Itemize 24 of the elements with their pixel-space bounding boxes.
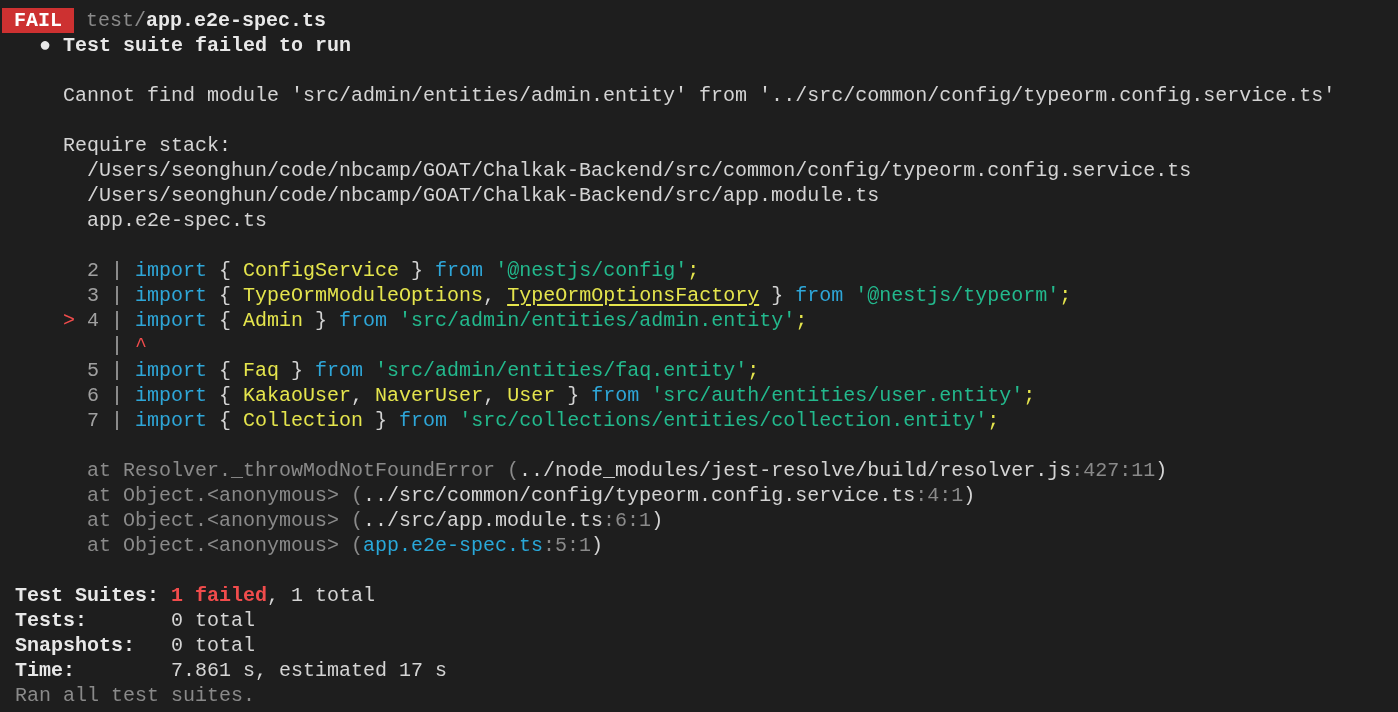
summary-line: Time: 7.861 s, estimated 17 s xyxy=(15,658,448,683)
output-line: Require stack: xyxy=(62,133,232,158)
output-line: Cannot find module 'src/admin/entities/admin.entity' from '../src/common/config/typeorm.config.service.ts' xyxy=(62,83,1336,108)
code-line: | ^ xyxy=(110,333,148,358)
fail-badge: FAIL xyxy=(2,8,74,33)
stack-trace-line: at Resolver._throwModNotFoundError (../node_modules/jest-resolve/build/resolver.js:427:11) xyxy=(86,458,1168,483)
summary-line: Tests: 0 total xyxy=(15,608,256,633)
stack-trace-line: at Object.<anonymous> (../src/common/config/typeorm.config.service.ts:4:1) xyxy=(86,483,976,508)
stack-trace-line: at Object.<anonymous> (app.e2e-spec.ts:5:1) xyxy=(86,533,604,558)
code-line: 6 | import { KakaoUser, NaverUser, User } from 'src/auth/entities/user.entity'; xyxy=(86,383,1036,408)
output-line: /Users/seonghun/code/nbcamp/GOAT/Chalkak-Backend/src/common/config/typeorm.config.service.ts xyxy=(86,158,1192,183)
summary-line: Snapshots: 0 total xyxy=(15,633,256,658)
output-line: /Users/seonghun/code/nbcamp/GOAT/Chalkak-Backend/src/app.module.ts xyxy=(86,183,880,208)
code-line: 5 | import { Faq } from 'src/admin/entities/faq.entity'; xyxy=(86,358,760,383)
output-line: ● Test suite failed to run xyxy=(38,33,352,58)
code-line: 3 | import { TypeOrmModuleOptions, TypeOrmOptionsFactory } from '@nestjs/typeorm'; xyxy=(86,283,1072,308)
code-line: > 4 | import { Admin } from 'src/admin/entities/admin.entity'; xyxy=(62,308,808,333)
summary-line: Test Suites: 1 failed, 1 total xyxy=(15,583,376,608)
code-line: 7 | import { Collection } from 'src/collections/entities/collection.entity'; xyxy=(86,408,1000,433)
summary-line: Ran all test suites. xyxy=(15,683,256,708)
output-line: app.e2e-spec.ts xyxy=(86,208,268,233)
code-line: 2 | import { ConfigService } from '@nestjs/config'; xyxy=(86,258,700,283)
stack-trace-line: at Object.<anonymous> (../src/app.module.ts:6:1) xyxy=(86,508,664,533)
test-file-path: test/app.e2e-spec.ts xyxy=(86,8,327,33)
